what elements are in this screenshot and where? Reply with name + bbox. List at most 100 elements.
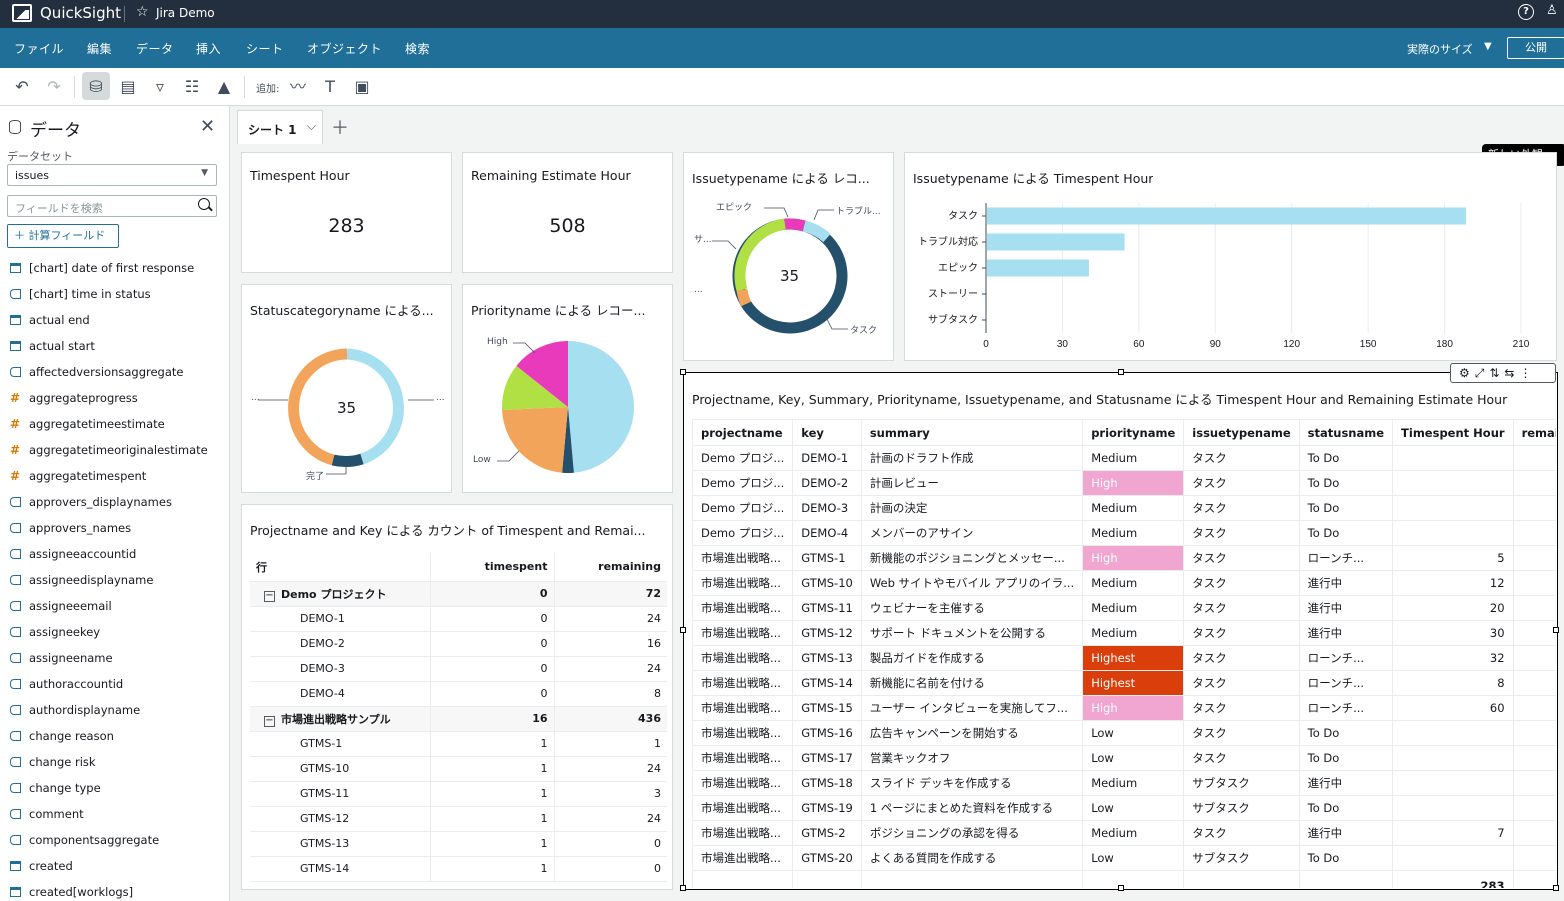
menu-edit[interactable]: 編集 xyxy=(87,40,112,57)
pivot-row[interactable]: DEMO-3 0 24 xyxy=(250,656,667,682)
pivot-group-row[interactable]: − Demo プロジェクト 0 72 xyxy=(250,581,667,607)
table-row[interactable]: 市場進出戦略... GTMS-13 製品ガイドを作成する Highest タスク ローンチ… xyxy=(691,645,1556,671)
help-icon[interactable]: ? xyxy=(1518,4,1534,20)
pie-slice[interactable] xyxy=(502,407,568,473)
table-row[interactable]: 市場進出戦略... GTMS-16 広告キャンペーンを開始する Low タスク To Do xyxy=(691,720,1556,746)
table-row[interactable]: 市場進出戦略... GTMS-15 ユーザー インタビューを実施してフ... High… xyxy=(691,695,1556,721)
table-row[interactable]: 市場進出戦略... GTMS-18 スライド デッキを作成する Medium サブタスク… xyxy=(691,770,1556,796)
table-row[interactable]: 市場進出戦略... GTMS-2 ポジショニングの承認を得る Medium タスク 進行中… xyxy=(691,820,1556,846)
segment-subtask[interactable] xyxy=(734,218,786,292)
pivot-row[interactable]: GTMS-10 1 24 xyxy=(250,756,667,782)
resize-handle[interactable] xyxy=(1553,627,1559,633)
bar-chart-panel[interactable]: Issuetypename による Timespent Hour 0 30 60 90… xyxy=(904,152,1557,361)
field-item[interactable]: affectedversionsaggregate xyxy=(0,359,228,385)
field-item[interactable]: created[worklogs] xyxy=(0,879,228,901)
field-item[interactable]: authoraccountid xyxy=(0,671,228,697)
table-row[interactable]: 市場進出戦略... GTMS-14 新機能に名前を付ける Highest タスク ローンチ… xyxy=(691,670,1556,696)
pivot-row[interactable]: GTMS-14 1 0 xyxy=(250,856,667,882)
table-row[interactable]: 市場進出戦略... GTMS-17 営業キックオフ Low タスク To Do xyxy=(691,745,1556,771)
segment-trouble[interactable] xyxy=(802,220,831,243)
pivot-row[interactable]: GTMS-13 1 0 xyxy=(250,831,667,857)
pivot-row[interactable]: DEMO-2 0 16 xyxy=(250,631,667,657)
pivot-cell[interactable]: − Demo プロジェクト xyxy=(250,581,430,607)
segment-epic[interactable] xyxy=(784,218,806,232)
menu-insert[interactable]: 挿入 xyxy=(196,40,221,57)
field-item[interactable]: [chart] time in status xyxy=(0,281,228,307)
brand-name[interactable]: QuickSight xyxy=(40,4,121,22)
table-row[interactable]: Demo プロジ... DEMO-4 メンバーのアサイン Medium タスク To Do xyxy=(691,520,1556,546)
menu-data[interactable]: データ xyxy=(136,40,174,57)
user-icon[interactable]: ♙ xyxy=(1546,3,1558,18)
field-item[interactable]: comment xyxy=(0,801,228,827)
add-sheet-icon[interactable]: ＋ xyxy=(331,114,349,140)
pivot-row[interactable]: GTMS-12 1 24 xyxy=(250,806,667,832)
add-text-icon[interactable]: T xyxy=(320,77,340,97)
collapse-icon[interactable]: − xyxy=(264,715,275,727)
resize-handle[interactable] xyxy=(680,369,686,375)
star-icon[interactable]: ☆ xyxy=(136,4,149,20)
pie-slice[interactable] xyxy=(568,341,634,473)
table-row[interactable]: Demo プロジ... DEMO-2 計画レビュー High タスク To Do xyxy=(691,470,1556,496)
field-item[interactable]: change type xyxy=(0,775,228,801)
add-image-icon[interactable]: ▣ xyxy=(352,77,372,97)
column-header[interactable]: issuetypename xyxy=(1183,419,1300,446)
pie-priority[interactable]: Priorityname による レコー... High Low xyxy=(462,284,673,493)
field-item[interactable]: actual end xyxy=(0,307,228,333)
donut-issuetype[interactable]: Issuetypename による レコ... 35 エピック トラブル... … xyxy=(683,152,894,361)
chevron-down-icon[interactable]: ⌵ xyxy=(307,119,316,134)
donut-status[interactable]: Statuscategoryname による... 35 ... ... 完了 xyxy=(241,284,452,493)
field-item[interactable]: assigneename xyxy=(0,645,228,671)
field-item[interactable]: change risk xyxy=(0,749,228,775)
pivot-row[interactable]: GTMS-11 1 3 xyxy=(250,781,667,807)
chevron-down-icon[interactable]: ▼ xyxy=(1484,41,1492,52)
menu-sheet[interactable]: シート xyxy=(246,40,284,57)
pivot-col-header[interactable]: remaining xyxy=(553,553,667,582)
field-item[interactable]: # aggregatetimeoriginalestimate xyxy=(0,437,228,463)
field-item[interactable]: change reason xyxy=(0,723,228,749)
field-item[interactable]: assigneeaccountid xyxy=(0,541,228,567)
database-icon[interactable]: ⛁ xyxy=(86,77,106,97)
close-icon[interactable]: ✕ xyxy=(200,116,215,137)
bar[interactable] xyxy=(987,259,1089,277)
table-row[interactable]: Demo プロジ... DEMO-1 計画のドラフト作成 Medium タスク To Do xyxy=(691,445,1556,471)
table-row[interactable]: 市場進出戦略... GTMS-19 1 ページにまとめた資料を作成する Low サブタス… xyxy=(691,795,1556,821)
table-panel[interactable]: ⚙⤢⇅⇆⋮ Projectname, Key, Summary, Priorit… xyxy=(680,363,1559,891)
resize-handle[interactable] xyxy=(680,627,686,633)
field-item[interactable]: assigneekey xyxy=(0,619,228,645)
field-item[interactable]: # aggregatetimeestimate xyxy=(0,411,228,437)
resize-handle[interactable] xyxy=(1118,885,1124,891)
column-header[interactable]: key xyxy=(792,419,862,446)
field-item[interactable]: actual start xyxy=(0,333,228,359)
segment-story[interactable] xyxy=(736,289,752,307)
pivot-cell[interactable]: − 市場進出戦略サンプル xyxy=(250,706,430,732)
quicksight-logo-icon[interactable] xyxy=(12,4,32,22)
field-item[interactable]: approvers_names xyxy=(0,515,228,541)
tab-sheet-1[interactable]: シート 1 ⌵ xyxy=(237,110,323,144)
pivot-row[interactable]: DEMO-1 0 24 xyxy=(250,606,667,632)
column-header[interactable]: Timespent Hour xyxy=(1392,419,1514,446)
kpi-timespent[interactable]: Timespent Hour 283 xyxy=(241,152,452,273)
parameters-icon[interactable]: ☷ xyxy=(182,77,202,97)
field-item[interactable]: created xyxy=(0,853,228,879)
field-item[interactable]: assigneeemail xyxy=(0,593,228,619)
segment-done[interactable] xyxy=(331,453,364,468)
pivot-table-panel[interactable]: Projectname and Key による カウント of Timespen… xyxy=(241,504,673,890)
table-row[interactable]: 市場進出戦略... GTMS-11 ウェビナーを主催する Medium タスク 進行中 20 xyxy=(691,595,1556,621)
column-header[interactable]: remainir xyxy=(1512,419,1556,446)
filter-icon[interactable]: ▿ xyxy=(150,77,170,97)
undo-icon[interactable]: ↶ xyxy=(12,77,32,97)
resize-handle[interactable] xyxy=(1553,885,1559,891)
table-row[interactable]: 市場進出戦略... GTMS-20 よくある質問を作成する Low サブタスク To Do xyxy=(691,845,1556,871)
add-calculated-field-button[interactable]: ＋ 計算フィールド xyxy=(7,224,119,248)
publish-button[interactable]: 公開 xyxy=(1507,37,1564,59)
column-header[interactable]: priorityname xyxy=(1082,419,1185,446)
insights-icon[interactable]: ▲ xyxy=(214,77,234,97)
field-search-input[interactable]: フィールドを検索 xyxy=(7,195,217,217)
pivot-row[interactable]: DEMO-4 0 8 xyxy=(250,681,667,707)
pivot-col-header[interactable]: timespent xyxy=(429,553,554,582)
redo-icon[interactable]: ↷ xyxy=(44,77,64,97)
table-row[interactable]: 市場進出戦略... GTMS-12 サポート ドキュメントを公開する Medium タス… xyxy=(691,620,1556,646)
column-header[interactable]: statusname xyxy=(1298,419,1394,446)
table-row[interactable]: Demo プロジ... DEMO-3 計画の決定 Medium タスク To Do xyxy=(691,495,1556,521)
menu-search[interactable]: 検索 xyxy=(405,40,430,57)
